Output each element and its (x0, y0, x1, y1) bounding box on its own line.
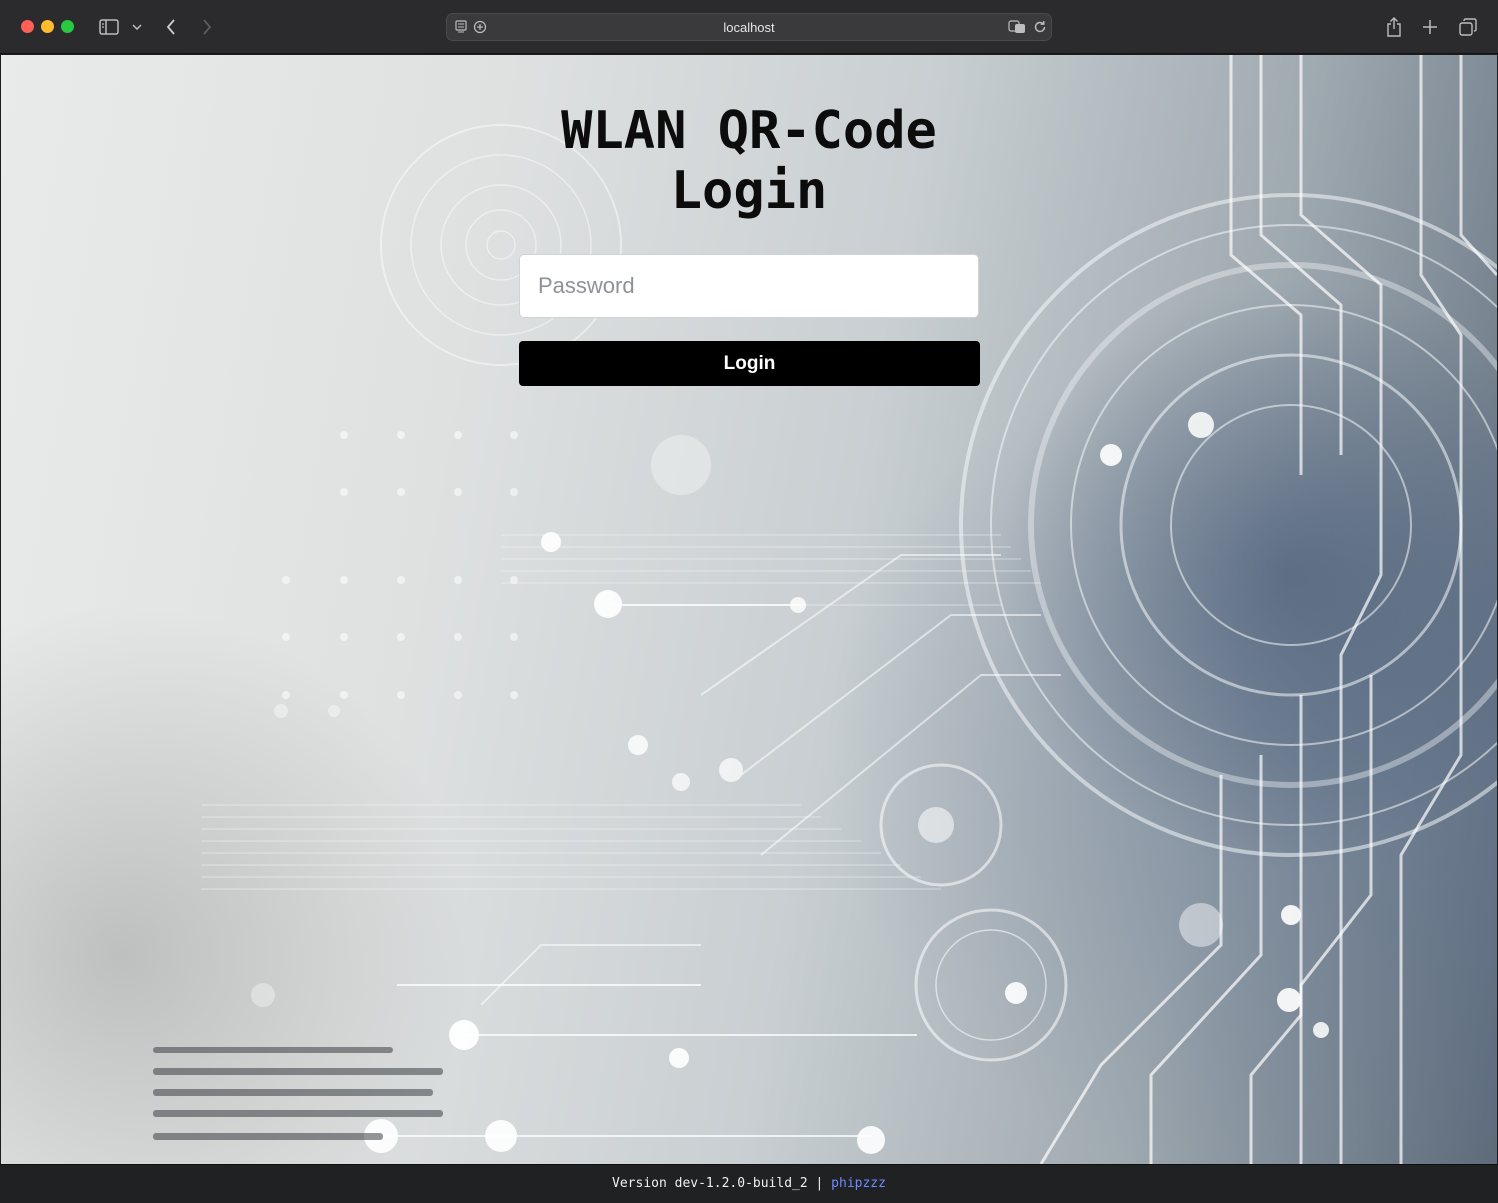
back-arrow-icon[interactable] (162, 14, 180, 40)
chevron-down-icon[interactable] (130, 14, 144, 40)
tab-overview-icon[interactable] (1458, 14, 1478, 40)
zoom-window-button[interactable] (61, 20, 74, 33)
browser-toolbar: localhost (0, 0, 1498, 54)
reload-icon[interactable] (1033, 20, 1047, 39)
address-bar[interactable]: localhost (446, 13, 1052, 41)
login-page: WLAN QR-Code Login Login (1, 55, 1497, 1164)
password-input[interactable] (519, 254, 979, 318)
author-link[interactable]: phipzzz (831, 1176, 886, 1191)
sidebar-icon[interactable] (98, 14, 120, 40)
footer: Version dev-1.2.0-build_2 | phipzzz (0, 1164, 1498, 1203)
title-line-1: WLAN QR-Code (561, 101, 937, 161)
version-text: Version dev-1.2.0-build_2 (612, 1176, 808, 1191)
title-line-2: Login (670, 161, 828, 221)
page-title: WLAN QR-Code Login (449, 101, 1049, 221)
translate-icon[interactable] (1008, 20, 1026, 39)
share-icon[interactable] (1384, 14, 1404, 40)
circuit-background-image (153, 55, 1497, 1164)
login-button[interactable]: Login (519, 341, 980, 386)
forward-arrow-icon[interactable] (198, 14, 216, 40)
footer-separator: | (807, 1176, 832, 1191)
url-text[interactable]: localhost (447, 20, 1051, 35)
close-window-button[interactable] (21, 20, 34, 33)
plus-icon[interactable] (1420, 14, 1440, 40)
minimize-window-button[interactable] (41, 20, 54, 33)
